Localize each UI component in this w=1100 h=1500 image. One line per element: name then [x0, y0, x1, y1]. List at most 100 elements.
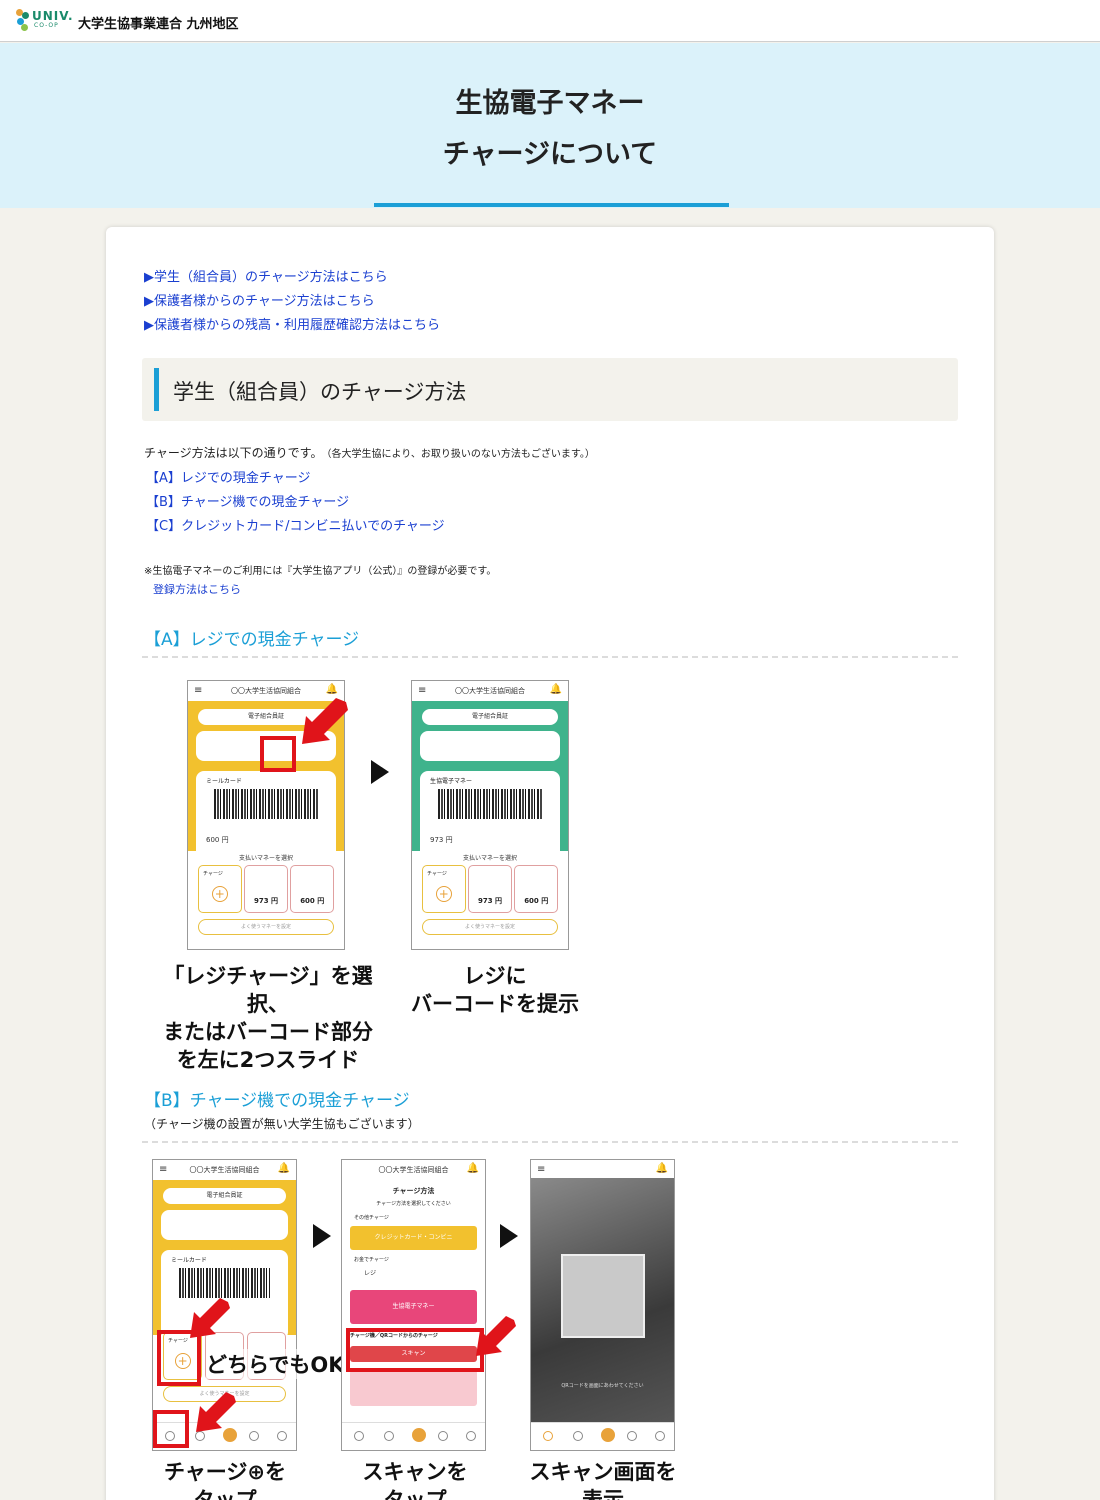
bell-icon: 🔔: [655, 1163, 668, 1174]
toc-link-guardian-charge[interactable]: ▶保護者様からのチャージ方法はこちら: [144, 290, 375, 309]
section-intro-text: チャージ方法は以下の通りです。: [144, 446, 323, 460]
meal-card-label: ミールカード: [171, 1257, 207, 1264]
page-title-line1: 生協電子マネー: [455, 88, 645, 119]
caption-b2: スキャンを タップ: [320, 1458, 510, 1500]
caption-line: タップ: [383, 1488, 447, 1500]
action-icons: [420, 731, 560, 761]
section-heading: 学生（組合員）のチャージ方法: [142, 358, 958, 421]
caption-line: タップ: [193, 1488, 257, 1500]
often-used-button: よく使うマネーを設定: [422, 919, 558, 935]
select-money-label: 支払いマネーを選択: [462, 855, 517, 862]
caption-line: レジに: [463, 964, 527, 988]
emoney-tile: 973 円: [468, 865, 512, 913]
phone-title: 〇〇大学生活協同組合: [412, 681, 568, 701]
money-card: 生協電子マネー 973 円: [420, 771, 560, 861]
tab-settlement-icon: [249, 1431, 259, 1441]
section-intro-note: （各大学生協により、お取り扱いのない方法もございます。）: [326, 449, 595, 460]
app-tab-bar: [531, 1422, 674, 1450]
hamburger-icon: ≡: [418, 685, 427, 696]
app-required-note: ※生協電子マネーのご利用には『大学生協アプリ（公式）』の登録が必要です。: [144, 566, 497, 577]
red-arrow-icon: [302, 698, 348, 744]
next-arrow-icon: [500, 1224, 518, 1248]
member-card-pill: 電子組合員証: [422, 709, 558, 725]
meal-tile: 600 円: [514, 865, 558, 913]
method-a-heading: 【A】レジでの現金チャージ: [144, 630, 360, 650]
red-arrow-icon: [196, 1392, 236, 1432]
emoney-amount: 973 円: [477, 897, 503, 905]
method-link-b[interactable]: 【B】チャージ機での現金チャージ: [146, 491, 349, 510]
tab-settings-icon: [277, 1431, 287, 1441]
bell-icon: 🔔: [466, 1163, 479, 1174]
tab-pay-icon: [601, 1428, 615, 1442]
highlight-box: [153, 1410, 189, 1448]
page-hero: 生協電子マネー チャージについて: [0, 43, 1100, 208]
method-link-c[interactable]: 【C】クレジットカード/コンビニ払いでのチャージ: [146, 515, 445, 534]
cash-charge-label: お金でチャージ: [354, 1257, 389, 1263]
bell-icon: 🔔: [549, 684, 562, 695]
scan-hint: QRコードを画面にあわせてください: [561, 1383, 644, 1389]
emoney-banner: 生協電子マネー: [350, 1290, 477, 1324]
caption-a1: 「レジチャージ」を選択、 またはバーコード部分 を左に2つスライド: [148, 962, 388, 1074]
divider: [142, 1141, 958, 1143]
charge-tile: チャージ +: [422, 865, 466, 913]
highlight-box: [260, 736, 296, 772]
plus-icon: +: [211, 886, 228, 902]
member-card-pill: 電子組合員証: [163, 1188, 286, 1204]
camera-view: QRコードを画面にあわせてください: [531, 1178, 674, 1422]
barcode: [214, 789, 318, 819]
choose-method-text: チャージ方法を選択してください: [376, 1201, 451, 1207]
select-money-label: 支払いマネーを選択: [238, 855, 293, 862]
caption-a2: レジに バーコードを提示: [400, 962, 590, 1018]
univ-coop-logo[interactable]: UNIV. CO-OP: [16, 9, 76, 33]
caption-b3: スキャン画面を 表示: [508, 1458, 698, 1500]
caption-b1: チャージ⊕を タップ: [130, 1458, 320, 1500]
balance: 600 円: [206, 836, 229, 844]
toc-link-student[interactable]: ▶学生（組合員）のチャージ方法はこちら: [144, 266, 388, 285]
next-arrow-icon: [313, 1224, 331, 1248]
meal-tile: 600 円: [290, 865, 334, 913]
tab-charge-icon: [354, 1431, 364, 1441]
promo-banner: [350, 1370, 477, 1406]
logo-text: UNIV.: [32, 9, 74, 23]
tab-history-icon: [384, 1431, 394, 1441]
method-b-heading: 【B】チャージ機での現金チャージ: [144, 1091, 410, 1111]
red-arrow-icon: [476, 1316, 516, 1356]
caption-line: スキャン画面を: [529, 1460, 677, 1484]
phone-screenshot-a2: 〇〇大学生活協同組合 ≡ 🔔 電子組合員証 生協電子マネー 973 円 支払いマ…: [411, 680, 569, 950]
next-arrow-icon: [371, 760, 389, 784]
tab-pay-icon: [412, 1428, 426, 1442]
money-tiles: チャージ + 973 円 600 円: [422, 865, 558, 913]
red-arrow-icon: [190, 1298, 230, 1338]
phone-screenshot-b3: ≡ 🔔 QRコードを画面にあわせてください: [530, 1159, 675, 1451]
scan-frame: [561, 1254, 645, 1338]
caption-line: またはバーコード部分: [163, 1020, 373, 1044]
method-b-subnote: （チャージ機の設置が無い大学生協もございます）: [144, 1117, 420, 1131]
either-ok-label: どちらでもOK: [206, 1349, 345, 1379]
method-link-a[interactable]: 【A】レジでの現金チャージ: [146, 467, 311, 486]
money-tiles: チャージ + 973 円 600 円: [198, 865, 334, 913]
emoney-amount: 973 円: [253, 897, 279, 905]
toc-link-guardian-history[interactable]: ▶保護者様からの残高・利用履歴確認方法はこちら: [144, 314, 440, 333]
tab-settlement-icon: [438, 1431, 448, 1441]
tab-history-icon: [573, 1431, 583, 1441]
barcode: [179, 1268, 270, 1298]
section-heading-bar: [154, 368, 159, 411]
page-title-line2: チャージについて: [442, 139, 658, 170]
balance: 973 円: [430, 836, 453, 844]
tab-charge-icon: [543, 1431, 553, 1441]
meal-card-label: ミールカード: [206, 778, 242, 785]
logo-subtext: CO-OP: [34, 22, 59, 29]
site-name[interactable]: 大学生協事業連合 九州地区: [78, 13, 239, 32]
divider: [142, 656, 958, 658]
caption-line: を左に2つスライド: [176, 1048, 360, 1072]
meal-amount: 600 円: [300, 897, 325, 905]
often-used-button: よく使うマネーを設定: [198, 919, 334, 935]
emoney-tile: 973 円: [244, 865, 288, 913]
phone-title: 〇〇大学生活協同組合: [342, 1160, 485, 1180]
charge-tile-label: チャージ: [427, 871, 447, 877]
register-link[interactable]: 登録方法はこちら: [153, 581, 241, 597]
hamburger-icon: ≡: [194, 685, 203, 696]
plus-icon: +: [435, 886, 452, 902]
caption-line: バーコードを提示: [411, 992, 579, 1016]
regi-label: レジ: [364, 1270, 377, 1277]
